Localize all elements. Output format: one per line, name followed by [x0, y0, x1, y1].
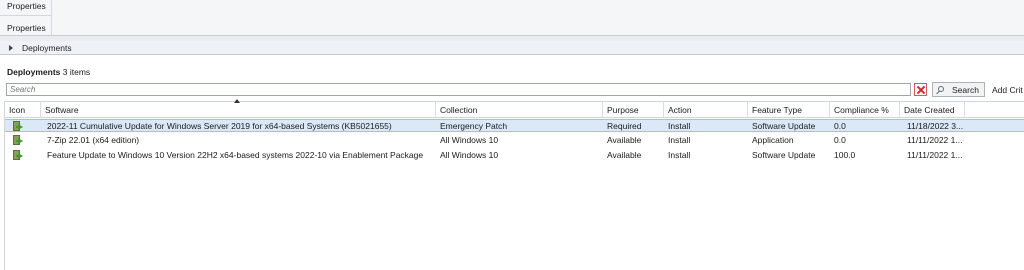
results-title: Deployments: [7, 67, 61, 77]
column-header-action[interactable]: Action: [664, 102, 748, 117]
ribbon-divider: [0, 15, 52, 16]
column-header-date-created[interactable]: Date Created: [900, 102, 965, 117]
table-row[interactable]: Feature Update to Windows 10 Version 22H…: [5, 149, 1024, 162]
deployment-icon-arrow: [18, 138, 23, 144]
cell-date-created: 11/11/2022 1...: [907, 150, 963, 160]
column-header-collection[interactable]: Collection: [436, 102, 603, 117]
deployments-nav-bar[interactable]: Deployments: [0, 41, 1024, 55]
cell-date-created: 11/18/2022 3...: [907, 121, 964, 131]
cell-action: Install: [668, 121, 691, 131]
deployments-grid: Icon Software Collection Purpose Action …: [4, 99, 1024, 270]
cell-feature-type: Software Update: [752, 121, 816, 131]
deployment-icon: [12, 135, 24, 146]
search-input[interactable]: [7, 84, 910, 95]
ribbon-group-properties: Properties Properties: [0, 0, 52, 36]
search-field[interactable]: [6, 83, 911, 96]
results-header: Deployments 3 items: [7, 67, 90, 77]
results-count: 3 items: [62, 67, 91, 77]
ribbon-group-label: Properties: [7, 23, 46, 33]
cell-feature-type: Application: [752, 135, 794, 145]
column-header-software[interactable]: Software: [41, 102, 436, 117]
cell-software: 2022-11 Cumulative Update for Windows Se…: [47, 121, 392, 131]
column-header-compliance[interactable]: Compliance %: [830, 102, 900, 117]
cell-software: Feature Update to Windows 10 Version 22H…: [47, 150, 424, 160]
clear-search-button[interactable]: [914, 83, 927, 96]
table-row[interactable]: 7-Zip 22.01 (x64 edition) All Windows 10…: [5, 134, 1024, 147]
sort-ascending-icon: [234, 99, 240, 103]
cell-purpose: Available: [607, 150, 642, 160]
search-icon-handle: [936, 90, 940, 95]
cell-software: 7-Zip 22.01 (x64 edition): [47, 135, 140, 145]
cell-collection: All Windows 10: [440, 150, 499, 160]
ribbon-properties-button[interactable]: Properties: [7, 1, 46, 11]
cell-purpose: Required: [607, 121, 642, 131]
cell-feature-type: Software Update: [752, 150, 816, 160]
cell-date-created: 11/11/2022 1...: [907, 135, 963, 145]
add-criteria-link[interactable]: Add Crit: [992, 85, 1024, 95]
cell-collection: All Windows 10: [440, 135, 499, 145]
cell-compliance: 0.0: [834, 121, 846, 131]
grid-header: Icon Software Collection Purpose Action …: [5, 99, 1024, 118]
cell-action: Install: [668, 150, 691, 160]
cell-compliance: 100.0: [834, 150, 856, 160]
deployment-icon-arrow: [18, 124, 23, 130]
column-header-purpose[interactable]: Purpose: [603, 102, 664, 117]
column-header-feature-type[interactable]: Feature Type: [748, 102, 830, 117]
search-button-label: Search: [952, 85, 979, 95]
chevron-right-icon[interactable]: [9, 45, 13, 51]
column-header-icon[interactable]: Icon: [5, 102, 41, 117]
ribbon: Properties Properties: [0, 0, 1024, 36]
cell-compliance: 0.0: [834, 135, 846, 145]
cell-collection: Emergency Patch: [440, 121, 508, 131]
deployment-icon: [12, 121, 24, 132]
cell-action: Install: [668, 135, 691, 145]
cell-purpose: Available: [607, 135, 642, 145]
search-button[interactable]: Search: [932, 82, 985, 97]
deployment-icon-arrow: [18, 153, 23, 159]
deployment-icon: [12, 150, 24, 161]
nav-title: Deployments: [22, 43, 72, 53]
table-row[interactable]: 2022-11 Cumulative Update for Windows Se…: [5, 119, 1024, 132]
